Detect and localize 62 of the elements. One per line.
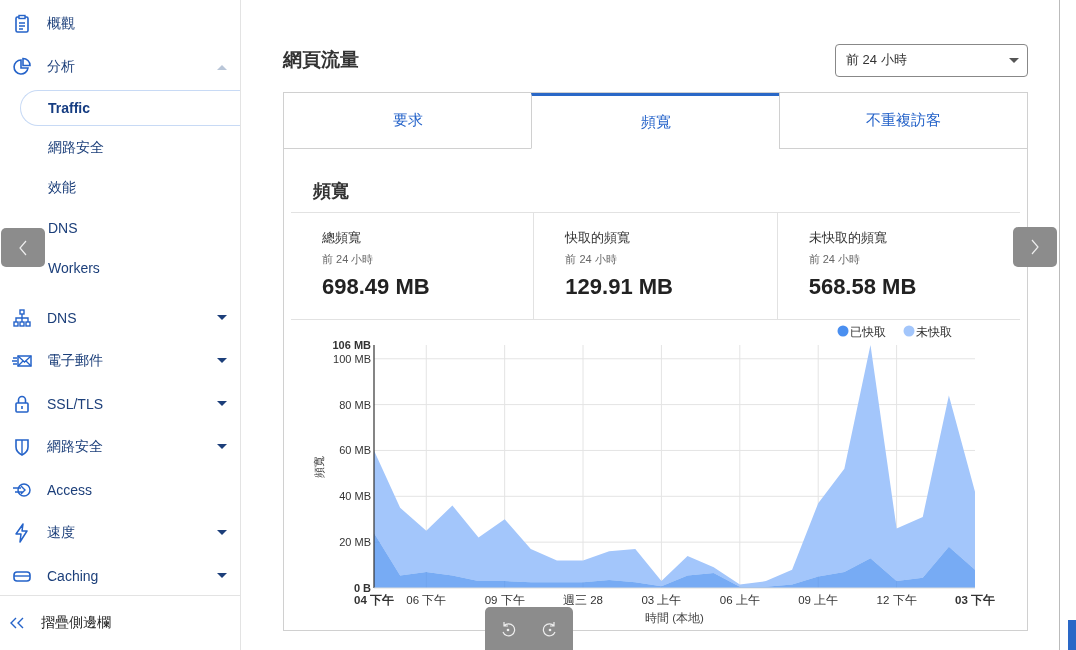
collapse-sidebar-button[interactable]: 摺疊側邊欄 (10, 614, 111, 632)
nav-item[interactable]: 分析 (0, 45, 240, 88)
nav-subitem[interactable]: 網路安全 (0, 128, 240, 168)
y-tick-label: 40 MB (339, 490, 371, 503)
next-button[interactable] (1013, 227, 1057, 267)
y-tick-label: 106 MB (332, 339, 371, 351)
previous-button[interactable] (1, 228, 45, 267)
nav-item[interactable]: Access (0, 468, 240, 511)
stat-label: 未快取的頻寬 (808, 229, 888, 247)
stat-period: 前 24 小時 (322, 252, 375, 267)
time-range-dropdown[interactable]: 前 24 小時 (835, 43, 1028, 77)
panel-heading: 頻寬 (312, 180, 350, 203)
stat-value: 698.49 MB (322, 274, 431, 300)
y-tick-label: 0 B (353, 582, 371, 594)
tab[interactable]: 頻寬 (531, 93, 779, 149)
double-chevron-left-icon (10, 617, 24, 629)
nav-item[interactable]: 概觀 (0, 2, 240, 45)
legend-label: 未快取 (916, 324, 952, 339)
x-tick-label: 09 上午 (798, 594, 839, 606)
stat-label: 總頻寬 (322, 229, 362, 247)
caret-icon (1009, 57, 1019, 63)
x-tick-label: 03 上午 (641, 594, 682, 606)
tab[interactable]: 不重複訪客 (779, 93, 1027, 149)
nav-subitem[interactable]: DNS (0, 208, 240, 248)
nav-subitem[interactable]: 效能 (0, 168, 240, 208)
scrollbar-edge (1068, 620, 1076, 650)
nav-item[interactable]: DNS (0, 296, 240, 339)
chevron-right-icon (1031, 239, 1039, 255)
x-tick-label: 06 上午 (719, 594, 760, 606)
y-tick-label: 80 MB (339, 398, 371, 411)
rotate-left-icon[interactable] (500, 620, 516, 637)
x-tick-label: 12 下午 (876, 594, 917, 606)
y-tick-label: 100 MB (333, 352, 371, 365)
lock-icon (12, 393, 32, 414)
y-tick-label: 60 MB (339, 444, 371, 457)
stat-label: 快取的頻寬 (565, 229, 632, 247)
x-tick-label: 週三 28 (563, 594, 604, 606)
nav-subitem[interactable]: Workers (0, 248, 240, 288)
x-tick-label: 09 下午 (484, 594, 525, 606)
shield-icon (12, 436, 32, 457)
nav-item[interactable]: SSL/TLS (0, 382, 240, 425)
clipboard-icon (12, 13, 32, 34)
page-title: 網頁流量 (283, 48, 359, 72)
pie-chart-icon (12, 56, 32, 77)
stat-value: 568.58 MB (808, 274, 918, 300)
stat-period: 前 24 小時 (565, 252, 618, 267)
x-tick-label: 04 下午 (354, 594, 394, 606)
nav-item[interactable]: 網路安全 (0, 425, 240, 468)
stat-period: 前 24 小時 (808, 252, 861, 267)
x-tick-label: 03 下午 (955, 594, 995, 606)
y-tick-label: 20 MB (339, 536, 371, 549)
chevron-left-icon (19, 239, 27, 256)
hierarchy-icon (12, 307, 32, 328)
rotate-right-icon[interactable] (542, 620, 558, 637)
y-axis-title: 頻寬 (313, 455, 325, 478)
nav-item[interactable]: 電子郵件 (0, 339, 240, 382)
legend-label: 已快取 (850, 324, 886, 339)
nav-item[interactable]: Caching (0, 554, 240, 595)
stat-value: 129.91 MB (565, 274, 674, 300)
x-axis-title: 時間 (本地) (645, 612, 704, 624)
nav-item[interactable]: 速度 (0, 511, 240, 554)
x-tick-label: 06 下午 (406, 594, 447, 606)
